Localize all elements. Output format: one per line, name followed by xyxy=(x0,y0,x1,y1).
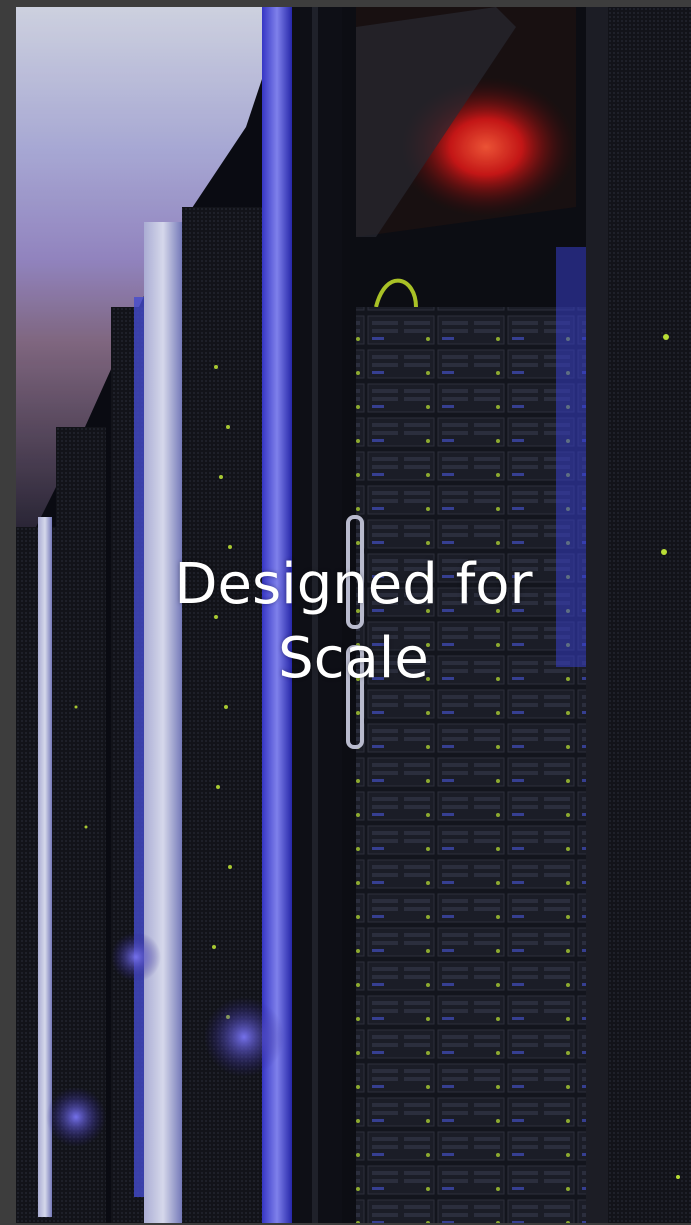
slide-title: Designed for Scale xyxy=(16,548,691,696)
slide-title-line-1: Designed for xyxy=(174,552,533,617)
slide-title-line-2: Scale xyxy=(278,626,429,691)
slide-frame: Designed for Scale xyxy=(0,0,691,1225)
